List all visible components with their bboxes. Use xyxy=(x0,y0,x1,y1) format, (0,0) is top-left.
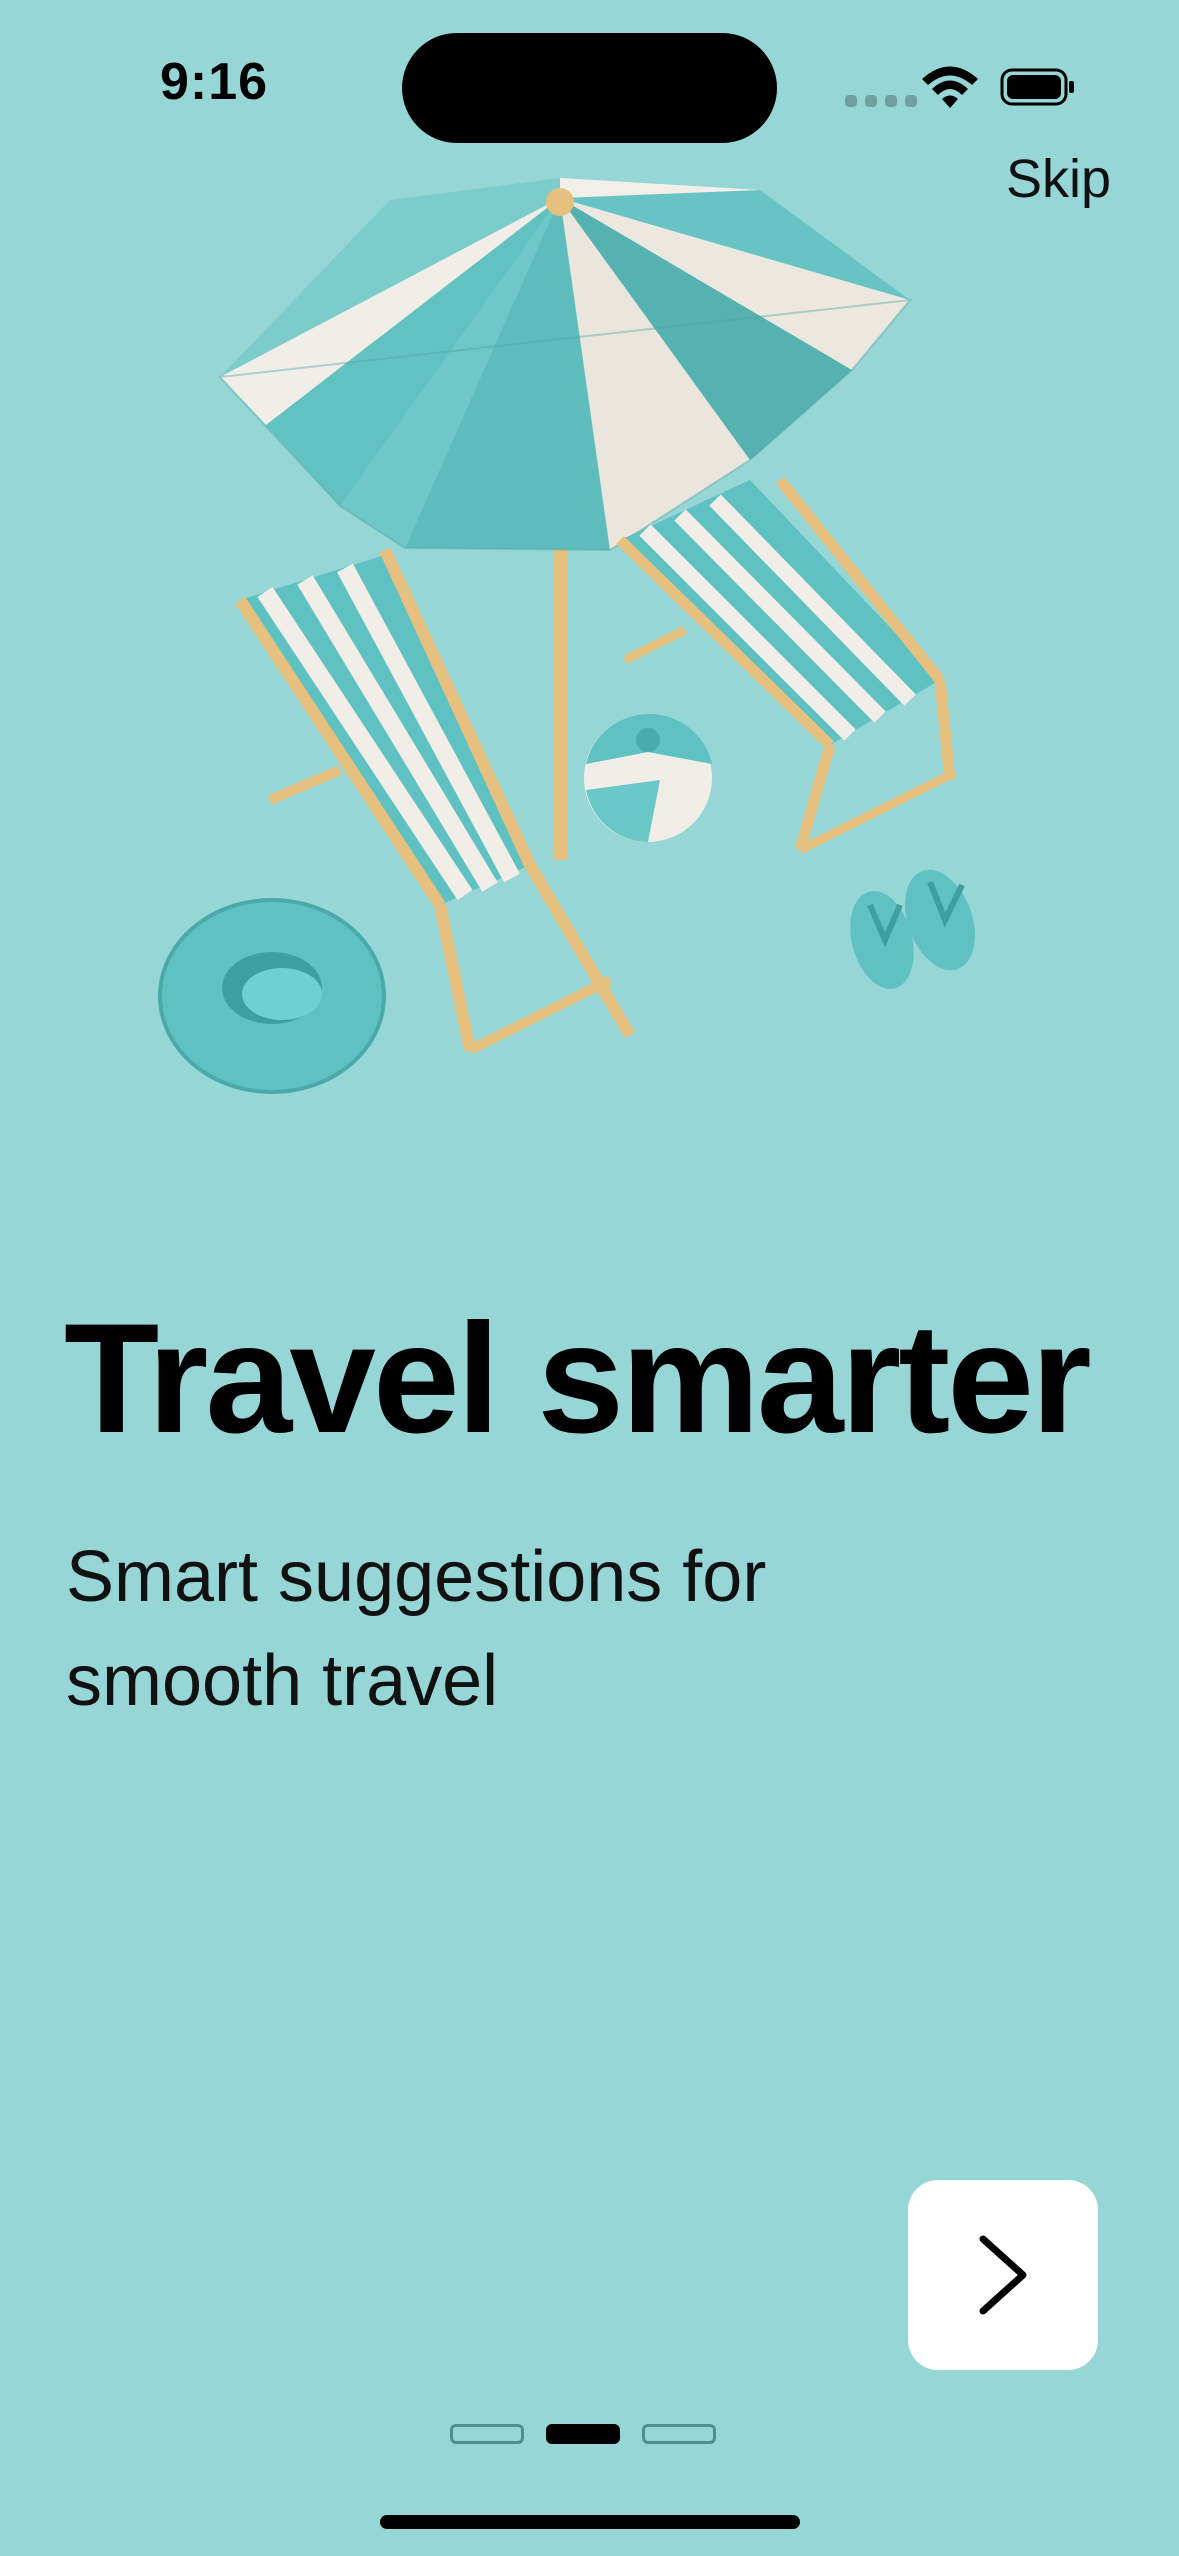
chevron-right-icon xyxy=(979,2235,1027,2315)
onboarding-subtitle: Smart suggestions for smooth travel xyxy=(66,1537,767,1721)
beach-ball xyxy=(584,713,712,842)
onboarding-title: Travel smarter xyxy=(64,1292,1092,1466)
flip-flops xyxy=(850,869,975,989)
battery-icon xyxy=(1000,68,1074,106)
next-button[interactable] xyxy=(908,2180,1098,2370)
page-dot-1[interactable] xyxy=(450,2424,524,2444)
page-dot-3[interactable] xyxy=(642,2424,716,2444)
signal-icon xyxy=(845,95,917,107)
status-time: 9:16 xyxy=(160,53,269,111)
pagination-dots xyxy=(450,2424,716,2444)
onboarding-screen: 9:16 Skip Travel smarter Smart suggestio… xyxy=(0,0,1179,2556)
dynamic-island xyxy=(402,33,777,143)
beach-illustration xyxy=(158,178,975,1094)
home-indicator[interactable] xyxy=(380,2515,800,2529)
umbrella xyxy=(217,178,913,552)
wifi-icon xyxy=(922,66,978,108)
page-dot-2-active[interactable] xyxy=(546,2424,620,2444)
swim-ring xyxy=(158,898,386,1094)
